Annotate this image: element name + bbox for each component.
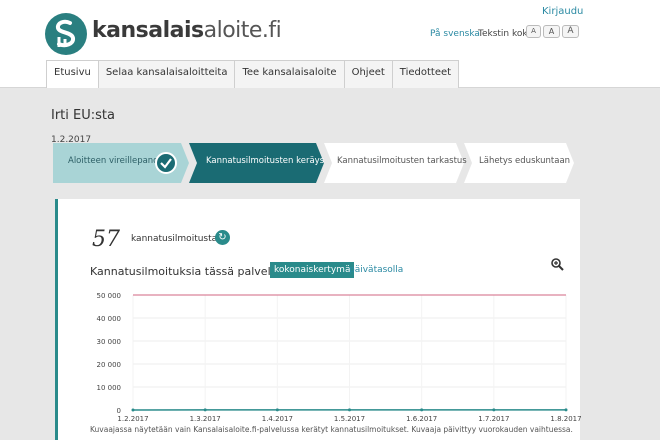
main-nav: Etusivu Selaa kansalaisaloitteita Tee ka… bbox=[46, 60, 460, 88]
chart-caption: Kuvaajassa näytetään vain Kansalaisaloit… bbox=[90, 425, 573, 434]
step-label: Lähetys eduskuntaan bbox=[479, 156, 571, 166]
nav-ohjeet[interactable]: Ohjeet bbox=[343, 60, 393, 88]
zoom-icon[interactable] bbox=[550, 257, 564, 271]
site-header: kansalaisaloite.fi Kirjaudu På svenska T… bbox=[0, 0, 660, 88]
text-size-small-button[interactable]: A bbox=[526, 25, 541, 38]
series-point bbox=[564, 408, 568, 412]
x-tick-label: 1.2.2017 bbox=[117, 415, 148, 423]
nav-selaa[interactable]: Selaa kansalaisaloitteita bbox=[97, 60, 236, 88]
series-point bbox=[275, 408, 279, 412]
initiative-title: Irti EU:sta bbox=[51, 108, 115, 123]
step-label: Kannatusilmoitusten tarkastus bbox=[337, 156, 467, 166]
step-label: Kannatusilmoitusten keräys bbox=[206, 156, 325, 166]
support-chart: 0 10 000 20 000 30 000 40 000 50 000 1.2.2017… bbox=[97, 292, 582, 423]
nav-tiedotteet[interactable]: Tiedotteet bbox=[391, 60, 460, 88]
text-size-controls: A A A bbox=[526, 25, 579, 38]
y-tick-label: 40 000 bbox=[97, 315, 122, 323]
y-tick-label: 30 000 bbox=[97, 338, 122, 346]
step-kerays: Kannatusilmoitusten keräys bbox=[189, 143, 324, 183]
series-point bbox=[420, 408, 424, 412]
refresh-icon[interactable]: ↻ bbox=[215, 230, 230, 245]
text-size-large-button[interactable]: A bbox=[562, 25, 579, 38]
chart-grid bbox=[132, 294, 567, 411]
brand-bold: kansalais bbox=[92, 18, 204, 43]
step-label: Aloitteen vireillepano bbox=[68, 156, 159, 166]
series-point bbox=[492, 408, 496, 412]
language-link[interactable]: På svenska bbox=[430, 29, 480, 39]
check-icon bbox=[155, 152, 177, 174]
logo-icon bbox=[55, 19, 76, 48]
text-size-medium-button[interactable]: A bbox=[543, 25, 560, 38]
brand-light: aloite.fi bbox=[203, 18, 282, 43]
y-tick-label: 20 000 bbox=[97, 361, 122, 369]
support-card: 57 kannatusilmoitusta ↻ Kannatusilmoituk… bbox=[55, 199, 582, 440]
site-brand[interactable]: kansalaisaloite.fi bbox=[92, 18, 282, 43]
series-point bbox=[348, 408, 351, 412]
y-axis-ticks: 0 10 000 20 000 30 000 40 000 50 000 bbox=[97, 292, 122, 415]
x-tick-label: 1.6.2017 bbox=[406, 415, 437, 423]
tab-kokonaiskertyma[interactable]: kokonaiskertymä bbox=[270, 262, 355, 278]
x-tick-label: 1.7.2017 bbox=[478, 415, 509, 423]
x-tick-label: 1.3.2017 bbox=[190, 415, 221, 423]
x-tick-label: 1.8.2017 bbox=[550, 415, 581, 423]
support-count-label: kannatusilmoitusta bbox=[131, 234, 218, 244]
progress-steps: Aloitteen vireillepano Kannatusilmoitust… bbox=[53, 143, 574, 183]
login-link[interactable]: Kirjaudu bbox=[542, 6, 583, 17]
series-point bbox=[131, 408, 135, 412]
step-lahetys: Lähetys eduskuntaan bbox=[464, 143, 574, 183]
series-point bbox=[203, 408, 207, 412]
support-count: 57 bbox=[92, 227, 120, 252]
y-tick-label: 0 bbox=[117, 407, 121, 415]
x-axis-ticks: 1.2.2017 1.3.2017 1.4.2017 1.5.2017 1.6.2017… bbox=[117, 415, 581, 423]
y-tick-label: 50 000 bbox=[97, 292, 122, 300]
y-tick-label: 10 000 bbox=[97, 384, 122, 392]
x-tick-label: 1.5.2017 bbox=[334, 415, 365, 423]
x-tick-label: 1.4.2017 bbox=[262, 415, 293, 423]
nav-tee[interactable]: Tee kansalaisaloite bbox=[234, 60, 345, 88]
kansalaisaloite-logo[interactable] bbox=[45, 13, 87, 55]
tab-paivatasolla[interactable]: päivätasolla bbox=[349, 265, 403, 275]
nav-etusivu[interactable]: Etusivu bbox=[46, 60, 99, 88]
step-vireillepano: Aloitteen vireillepano bbox=[53, 143, 189, 183]
step-tarkastus: Kannatusilmoitusten tarkastus bbox=[324, 143, 467, 183]
